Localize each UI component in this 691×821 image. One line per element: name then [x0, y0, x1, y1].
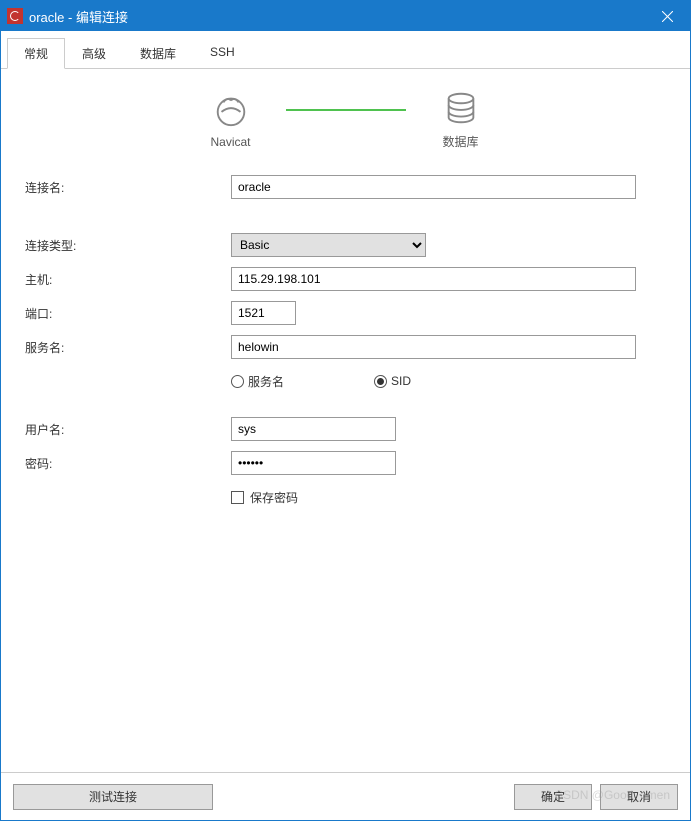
radio-icon: [231, 375, 244, 388]
radio-sid-label: SID: [391, 374, 411, 388]
window-title: oracle - 编辑连接: [29, 7, 645, 26]
titlebar: oracle - 编辑连接: [1, 1, 690, 31]
input-password[interactable]: [231, 451, 396, 475]
row-host: 主机:: [21, 266, 670, 292]
checkbox-icon: [231, 491, 244, 504]
radio-icon: [374, 375, 387, 388]
row-service-name: 服务名:: [21, 334, 670, 360]
label-connection-type: 连接类型:: [21, 237, 231, 254]
row-save-password: 保存密码: [21, 484, 670, 510]
diagram-server: 数据库: [426, 89, 496, 150]
tab-advanced[interactable]: 高级: [65, 38, 123, 69]
row-sid-radio: 服务名 SID: [21, 368, 670, 394]
radio-service-name[interactable]: 服务名: [231, 373, 284, 390]
label-connection-name: 连接名:: [21, 179, 231, 196]
diagram-client-label: Navicat: [210, 135, 250, 149]
select-connection-type[interactable]: Basic: [231, 233, 426, 257]
input-port[interactable]: [231, 301, 296, 325]
label-password: 密码:: [21, 455, 231, 472]
label-username: 用户名:: [21, 421, 231, 438]
test-connection-button[interactable]: 测试连接: [13, 784, 213, 810]
content-area: Navicat 数据库 连接名: 连接类型:: [1, 69, 690, 772]
close-icon: [662, 11, 673, 22]
checkbox-save-password[interactable]: 保存密码: [231, 489, 298, 506]
app-icon: [7, 8, 23, 24]
input-connection-name[interactable]: [231, 175, 636, 199]
form: 连接名: 连接类型: Basic 主机:: [21, 174, 670, 510]
label-host: 主机:: [21, 271, 231, 288]
tab-ssh[interactable]: SSH: [193, 38, 252, 69]
ok-button[interactable]: 确定: [514, 784, 592, 810]
diagram-client: Navicat: [196, 91, 266, 149]
row-connection-type: 连接类型: Basic: [21, 232, 670, 258]
checkbox-save-password-label: 保存密码: [250, 489, 298, 506]
cancel-button[interactable]: 取消: [600, 784, 678, 810]
label-port: 端口:: [21, 305, 231, 322]
row-connection-name: 连接名:: [21, 174, 670, 200]
label-service-name: 服务名:: [21, 339, 231, 356]
diagram-connector: [286, 109, 406, 111]
tab-database[interactable]: 数据库: [123, 38, 193, 69]
tab-general[interactable]: 常规: [7, 38, 65, 69]
row-port: 端口:: [21, 300, 670, 326]
dialog-window: oracle - 编辑连接 常规 高级 数据库 SSH Navicat: [0, 0, 691, 821]
input-service-name[interactable]: [231, 335, 636, 359]
input-host[interactable]: [231, 267, 636, 291]
radio-service-name-label: 服务名: [248, 373, 284, 390]
footer: 测试连接 确定 取消: [1, 772, 690, 820]
close-button[interactable]: [645, 1, 690, 31]
row-username: 用户名:: [21, 416, 670, 442]
navicat-icon: [212, 91, 250, 129]
database-icon: [442, 89, 480, 127]
input-username[interactable]: [231, 417, 396, 441]
radio-sid[interactable]: SID: [374, 374, 411, 388]
row-password: 密码:: [21, 450, 670, 476]
tab-bar: 常规 高级 数据库 SSH: [1, 31, 690, 69]
connection-diagram: Navicat 数据库: [21, 89, 670, 150]
diagram-server-label: 数据库: [442, 133, 478, 150]
